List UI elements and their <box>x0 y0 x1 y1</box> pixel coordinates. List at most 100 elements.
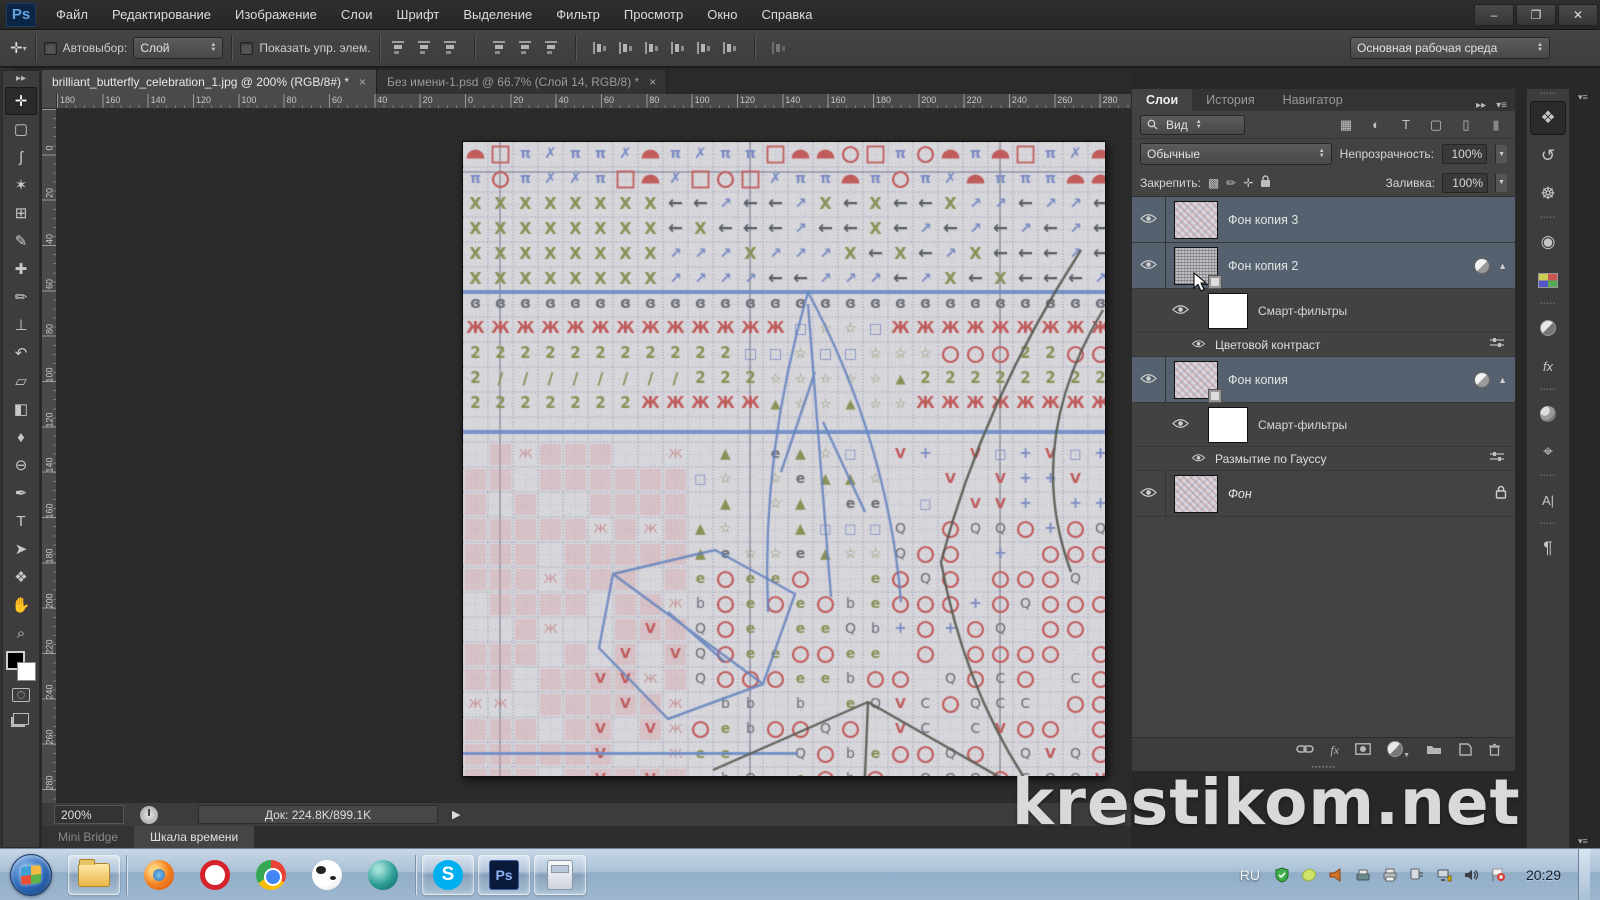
dist-bottom-icon[interactable] <box>642 38 662 58</box>
menu-item-3[interactable]: Изображение <box>223 0 329 30</box>
align-hcenter-icon[interactable] <box>515 38 535 58</box>
fill-field[interactable]: 100% <box>1442 173 1488 193</box>
menu-item-8[interactable]: Просмотр <box>612 0 695 30</box>
marquee-tool[interactable]: ▢ <box>5 115 37 143</box>
language-indicator[interactable]: RU <box>1240 867 1260 883</box>
delete-layer-icon[interactable] <box>1488 743 1501 759</box>
filter-visibility-toggle[interactable] <box>1192 453 1206 464</box>
taskbar-app-explorer[interactable] <box>68 855 120 895</box>
filter-blend-options-icon[interactable] <box>1489 451 1515 466</box>
tool-preset-caret-icon[interactable]: ▾ <box>23 44 27 53</box>
menu-item-6[interactable]: Выделение <box>451 0 544 30</box>
antivirus-shield-icon[interactable] <box>1273 866 1291 884</box>
dist-right-icon[interactable] <box>720 38 740 58</box>
layer-row-Фон-копия-3[interactable]: Фон копия 3 <box>1132 197 1515 243</box>
menu-item-1[interactable]: Файл <box>44 0 100 30</box>
dodge-tool[interactable]: ⊖ <box>5 451 37 479</box>
new-layer-icon[interactable] <box>1458 743 1472 759</box>
document-canvas[interactable] <box>462 141 1106 777</box>
gradient-tool[interactable]: ◧ <box>5 395 37 423</box>
smart-filters-row[interactable]: Смарт-фильтры <box>1132 403 1515 447</box>
opacity-field[interactable]: 100% <box>1442 144 1487 164</box>
close-button[interactable]: ✕ <box>1558 4 1598 26</box>
dist-hcenter-icon[interactable] <box>694 38 714 58</box>
taskbar-app-photoshop[interactable]: Ps <box>478 855 530 895</box>
filter-toggle-icon[interactable]: ▮ <box>1485 117 1507 133</box>
filter-visibility-toggle[interactable] <box>1172 304 1198 318</box>
opacity-caret-icon[interactable]: ▼ <box>1495 145 1507 163</box>
lock-transparency-icon[interactable]: ▩ <box>1208 176 1219 190</box>
quick-selection-tool[interactable]: ✶ <box>5 171 37 199</box>
panel-tab-Навигатор[interactable]: Навигатор <box>1269 89 1357 111</box>
layer-visibility-toggle[interactable] <box>1132 197 1166 242</box>
panel-menu-icon[interactable]: ▾≡ <box>1578 92 1588 103</box>
add-mask-icon[interactable] <box>1355 743 1371 758</box>
lock-all-icon[interactable] <box>1260 175 1271 191</box>
swatches-dock-icon[interactable] <box>1530 263 1566 297</box>
collapse-filters-icon[interactable]: ▲ <box>1498 375 1507 385</box>
toolbar-collapse-icon[interactable]: ▸▸ <box>16 71 26 87</box>
panel-menu-icon[interactable]: ▾≡ <box>1496 100 1507 111</box>
smart-filters-row[interactable]: Смарт-фильтры <box>1132 289 1515 333</box>
hand-tool[interactable]: ✋ <box>5 591 37 619</box>
zoom-tool[interactable]: ⌕ <box>5 619 37 647</box>
network-icon[interactable] <box>1435 866 1453 884</box>
autoselect-target-select[interactable]: Слой ▲▼ <box>133 37 223 59</box>
filter-row-Цветовой-контраст[interactable]: Цветовой контраст <box>1132 333 1515 357</box>
layer-visibility-toggle[interactable] <box>1132 471 1166 516</box>
paths-dock-icon[interactable]: ⌖ <box>1530 435 1566 469</box>
history-dock-icon[interactable]: ↺ <box>1530 139 1566 173</box>
filter-row-Размытие-по-Гауссу[interactable]: Размытие по Гауссу <box>1132 447 1515 471</box>
zoom-level-field[interactable]: 200% <box>54 805 124 824</box>
menu-item-4[interactable]: Слои <box>329 0 385 30</box>
status-options-arrow-icon[interactable]: ▶ <box>452 808 460 821</box>
lock-pixels-icon[interactable]: ✏ <box>1226 176 1236 190</box>
clone-stamp-tool[interactable]: ⊥ <box>5 311 37 339</box>
tab-close-icon[interactable]: × <box>649 75 656 89</box>
layer-row-Фон[interactable]: Фон <box>1132 471 1515 517</box>
filter-visibility-toggle[interactable] <box>1172 418 1198 432</box>
align-bottom-icon[interactable] <box>440 38 460 58</box>
taskbar-app-globe-app[interactable] <box>357 855 409 895</box>
lock-position-icon[interactable]: ✛ <box>1243 176 1253 190</box>
pen-tool[interactable]: ✒ <box>5 479 37 507</box>
drag-handle[interactable]: ▪▪▪▪▪ <box>1540 213 1556 223</box>
plug-icon[interactable] <box>1408 866 1426 884</box>
crop-tool[interactable]: ⊞ <box>5 199 37 227</box>
shape-filter-icon[interactable]: ▢ <box>1425 117 1447 133</box>
adjustments-dock-icon[interactable] <box>1530 311 1566 345</box>
volume-icon[interactable] <box>1462 866 1480 884</box>
type-tool[interactable]: T <box>5 507 37 535</box>
taskbar-app-firefox[interactable] <box>133 855 185 895</box>
panel-tab-История[interactable]: История <box>1192 89 1268 111</box>
filter-blend-options-icon[interactable] <box>1489 337 1515 352</box>
layers-dock-icon[interactable]: ❖ <box>1530 101 1566 135</box>
taskbar-app-opera[interactable] <box>189 855 241 895</box>
align-vcenter-icon[interactable] <box>414 38 434 58</box>
styles-dock-icon[interactable]: fx <box>1530 349 1566 383</box>
error-flag-icon[interactable] <box>1489 866 1507 884</box>
document-tab-2[interactable]: Без имени-1.psd @ 66.7% (Слой 14, RGB/8)… <box>377 70 667 94</box>
bottom-tab-Шкала-времени[interactable]: Шкала времени <box>134 826 254 848</box>
character-dock-icon[interactable]: A| <box>1530 483 1566 517</box>
taskbar-app-skype[interactable]: S <box>422 855 474 895</box>
screen-mode-button[interactable] <box>8 709 34 729</box>
dist-top-icon[interactable] <box>590 38 610 58</box>
lime-icon[interactable] <box>1300 866 1318 884</box>
layer-row-Фон-копия[interactable]: Фон копия▲ <box>1132 357 1515 403</box>
minimize-button[interactable]: – <box>1474 4 1514 26</box>
path-selection-tool[interactable]: ➤ <box>5 535 37 563</box>
auto-align-icon[interactable] <box>769 38 789 58</box>
brush-tool[interactable]: ✏ <box>5 283 37 311</box>
link-layers-icon[interactable] <box>1296 743 1314 758</box>
show-transform-controls-checkbox[interactable] <box>240 42 253 55</box>
blur-tool[interactable]: ♦ <box>5 423 37 451</box>
pixel-layer-filter-icon[interactable]: ▦ <box>1335 117 1357 133</box>
layer-kind-filter-select[interactable]: Вид ▲▼ <box>1140 115 1245 135</box>
color-swatches[interactable] <box>6 651 36 681</box>
autoselect-checkbox[interactable] <box>44 42 57 55</box>
collapse-panel-icon[interactable]: ▸▸ <box>1476 100 1486 111</box>
custom-shape-tool[interactable]: ❖ <box>5 563 37 591</box>
fill-caret-icon[interactable]: ▼ <box>1495 174 1507 192</box>
show-desktop-button[interactable] <box>1578 849 1590 900</box>
